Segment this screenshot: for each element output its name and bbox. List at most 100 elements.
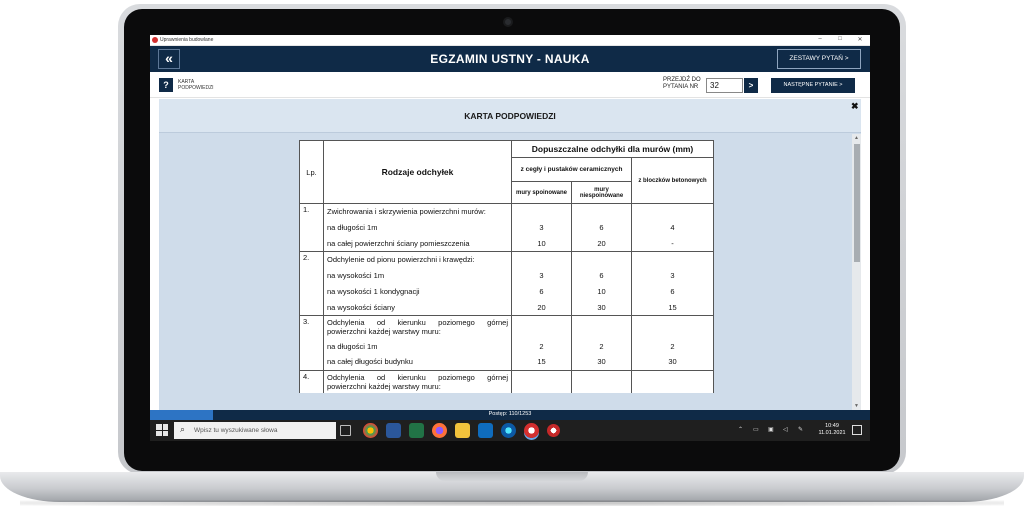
question-sets-button[interactable]: ZESTAWY PYTAŃ >	[777, 49, 861, 69]
clock-date: 11.01.2021	[818, 430, 846, 436]
empty-cell	[571, 203, 632, 220]
app-header: « EGZAMIN USTNY - NAUKA ZESTAWY PYTAŃ >	[150, 46, 870, 72]
exam-app-secondary-icon[interactable]	[547, 424, 560, 437]
window-titlebar: Uprawnienia budowlane – □ ✕	[150, 35, 870, 46]
tolerance-value: -	[631, 235, 714, 252]
deviation-group-title: Odchylenie od pionu powierzchni i krawęd…	[323, 251, 512, 268]
firefox-icon[interactable]	[432, 423, 447, 438]
windows-start-icon[interactable]	[156, 424, 168, 436]
tolerance-value: 2	[571, 338, 632, 354]
hint-card-title: KARTA PODPOWIEDZI	[464, 111, 556, 121]
chrome-icon[interactable]	[363, 423, 378, 438]
tray-chevron-icon[interactable]: ⌃	[738, 426, 743, 433]
column-header-allowed: Dopuszczalne odchyłki dla murów (mm)	[511, 140, 714, 158]
tolerance-value: 30	[571, 354, 632, 370]
hint-card-body: Lp. Rodzaje odchyłek Dopuszczalne odchył…	[159, 134, 849, 410]
deviation-group-title: Odchylenia od kierunku poziomego górnej …	[323, 369, 512, 393]
close-hint-card-button[interactable]: ✖	[851, 101, 859, 112]
window-title: Uprawnienia budowlane	[160, 37, 214, 43]
goto-question-input[interactable]: 32	[706, 78, 743, 93]
volume-icon[interactable]: ◁	[783, 426, 788, 433]
empty-cell	[631, 203, 714, 220]
tolerance-value: 6	[571, 267, 632, 284]
word-icon[interactable]	[386, 423, 401, 438]
empty-cell	[571, 251, 632, 268]
scroll-thumb[interactable]	[854, 144, 860, 262]
deviation-table-body: 1. Zwichrowania i skrzywienia powierzchni…	[299, 203, 714, 393]
maximize-button[interactable]: □	[832, 36, 848, 42]
table-row: 2. Odchylenie od pionu powierzchni i kraw…	[299, 251, 714, 316]
goto-question-button[interactable]: >	[744, 78, 758, 93]
vertical-scrollbar[interactable]: ▲ ▼	[852, 134, 861, 410]
goto-question-label: PRZEJDŹ DO PYTANIA NR	[663, 77, 701, 90]
scroll-down-arrow-icon[interactable]: ▼	[852, 402, 861, 410]
table-row: 3. Odchylenia od kierunku poziomego górne…	[299, 315, 714, 370]
tolerance-value: 3	[511, 267, 572, 284]
empty-cell	[511, 203, 572, 220]
taskbar-clock[interactable]: 10:49 11.01.2021	[812, 423, 852, 437]
webcam	[503, 17, 513, 27]
network-icon[interactable]: ▣	[768, 426, 774, 433]
row-number: 3.	[299, 315, 324, 370]
deviation-label: na wysokości 1 kondygnacji	[323, 283, 512, 300]
deviation-label: na wysokości ściany	[323, 299, 512, 316]
column-header-brick: z cegły i pustaków ceramicznych	[511, 157, 632, 182]
app-window: Uprawnienia budowlane – □ ✕ « EGZAMIN US…	[150, 35, 870, 441]
deviation-label: na całej długości budynku	[323, 354, 512, 370]
next-question-button[interactable]: NASTĘPNE PYTANIE >	[771, 78, 855, 93]
hint-card-header: KARTA PODPOWIEDZI ✖	[159, 99, 861, 133]
taskbar-search-input[interactable]: ⌕ Wpisz tu wyszukiwane słowa	[174, 422, 336, 439]
mail-icon[interactable]	[478, 423, 493, 438]
empty-cell	[511, 369, 572, 393]
empty-cell	[511, 251, 572, 268]
tolerance-value: 20	[571, 235, 632, 252]
hint-card-icon[interactable]: ?	[159, 78, 173, 92]
tolerance-value: 15	[631, 299, 714, 316]
tolerance-value: 2	[631, 338, 714, 354]
task-view-icon[interactable]	[340, 425, 351, 436]
deviation-table: Lp. Rodzaje odchyłek Dopuszczalne odchył…	[299, 140, 714, 393]
empty-cell	[511, 315, 572, 338]
file-explorer-icon[interactable]	[455, 423, 470, 438]
clock-time: 10:49	[825, 423, 839, 429]
table-row: na długości 1m 3 6 4	[300, 219, 714, 236]
edge-icon[interactable]	[501, 423, 516, 438]
table-row: 4. Odchylenia od kierunku poziomego górne…	[299, 369, 714, 393]
tolerance-value: 3	[631, 267, 714, 284]
deviation-label: na długości 1m	[323, 338, 512, 354]
row-number: 4.	[299, 369, 324, 393]
empty-cell	[631, 251, 714, 268]
deviation-group-title: Zwichrowania i skrzywienia powierzchni m…	[323, 203, 512, 220]
deviation-label: na wysokości 1m	[323, 267, 512, 284]
hint-card-label[interactable]: KARTA PODPOWIEDZI	[178, 79, 218, 91]
table-row: na wysokości ściany 20 30 15	[300, 299, 714, 316]
tolerance-value: 4	[631, 219, 714, 236]
column-header-type: Rodzaje odchyłek	[323, 140, 512, 204]
page-title: EGZAMIN USTNY - NAUKA	[430, 52, 590, 66]
table-row: na całej długości budynku 15 30 30	[300, 354, 714, 370]
tolerance-value: 30	[631, 354, 714, 370]
battery-icon[interactable]: ▭	[753, 426, 759, 433]
notification-icon[interactable]	[852, 425, 862, 435]
tolerance-value: 2	[511, 338, 572, 354]
table-row: na wysokości 1 kondygnacji 6 10 6	[300, 283, 714, 300]
empty-cell	[631, 369, 714, 393]
table-row: 1. Zwichrowania i skrzywienia powierzchni…	[299, 203, 714, 252]
table-row: na długości 1m 2 2 2	[300, 338, 714, 354]
tolerance-value: 20	[511, 299, 572, 316]
column-header-lp: Lp.	[299, 140, 324, 204]
minimize-button[interactable]: –	[812, 36, 828, 42]
pen-icon[interactable]: ✎	[798, 426, 803, 433]
close-window-button[interactable]: ✕	[852, 36, 868, 43]
scroll-up-arrow-icon[interactable]: ▲	[852, 134, 861, 142]
column-header-unmortared: mury niespoinowane	[571, 181, 632, 204]
empty-cell	[571, 369, 632, 393]
windows-taskbar: ⌕ Wpisz tu wyszukiwane słowa ⌃ ▭ ▣ ◁ ✎ 1…	[150, 420, 870, 441]
excel-icon[interactable]	[409, 423, 424, 438]
row-number: 1.	[299, 203, 324, 252]
exam-app-icon[interactable]	[524, 423, 539, 438]
deviation-label: na całej powierzchni ściany pomieszczeni…	[323, 235, 512, 252]
column-header-block: z bloczków betonowych	[631, 157, 714, 204]
tolerance-value: 10	[511, 235, 572, 252]
empty-cell	[571, 315, 632, 338]
